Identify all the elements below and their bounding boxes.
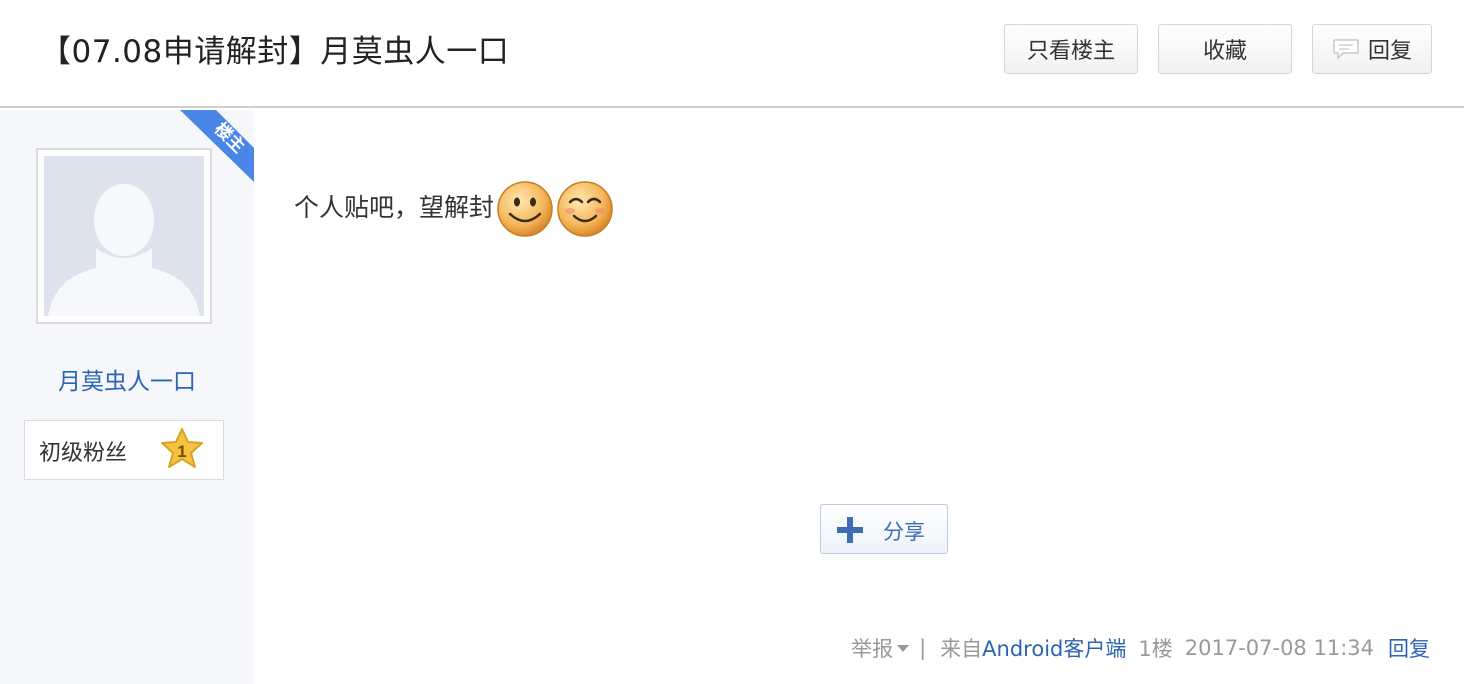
favorite-label: 收藏 — [1202, 39, 1247, 64]
author-name-link[interactable]: 月莫虫人一口 — [0, 362, 254, 396]
reply-label: 回复 — [1367, 39, 1412, 64]
level-star-icon: 1 — [161, 428, 203, 468]
default-avatar-icon — [44, 156, 204, 316]
post-footer: 举报 | 来自 Android客户端 1楼 2017-07-08 11:34 回… — [851, 632, 1430, 664]
favorite-button[interactable]: 收藏 — [1158, 24, 1292, 74]
client-source-link[interactable]: Android客户端 — [982, 633, 1126, 663]
squint-smile-emoji-icon — [557, 181, 613, 237]
share-button[interactable]: 分享 — [820, 504, 948, 554]
level-badge[interactable]: 初级粉丝 1 — [24, 420, 224, 480]
avatar[interactable] — [36, 148, 212, 324]
post-reply-link[interactable]: 回复 — [1388, 633, 1430, 663]
source-prefix: 来自 — [940, 637, 983, 661]
plus-icon — [837, 517, 863, 543]
smile-emoji-icon — [497, 181, 553, 237]
post-time: 2017-07-08 11:34 — [1184, 636, 1374, 660]
floor-number: 1楼 — [1138, 637, 1173, 661]
caret-down-icon[interactable] — [897, 644, 910, 652]
only-op-label: 只看楼主 — [1026, 39, 1115, 64]
level-name: 初级粉丝 — [39, 441, 128, 466]
share-label: 分享 — [883, 520, 925, 544]
speech-bubble-icon — [1333, 39, 1359, 60]
only-op-button[interactable]: 只看楼主 — [1004, 24, 1138, 74]
report-link[interactable]: 举报 — [851, 633, 893, 663]
reply-button[interactable]: 回复 — [1312, 24, 1432, 74]
post-content: 个人贴吧，望解封 — [294, 150, 614, 240]
footer-separator: | — [919, 636, 927, 660]
level-number: 1 — [177, 442, 186, 461]
thread-title: 【07.08申请解封】月莫虫人一口 — [40, 34, 510, 70]
post-text: 个人贴吧，望解封 — [294, 193, 495, 222]
thread-header: 【07.08申请解封】月莫虫人一口 只看楼主 收藏 回复 — [0, 0, 1464, 108]
